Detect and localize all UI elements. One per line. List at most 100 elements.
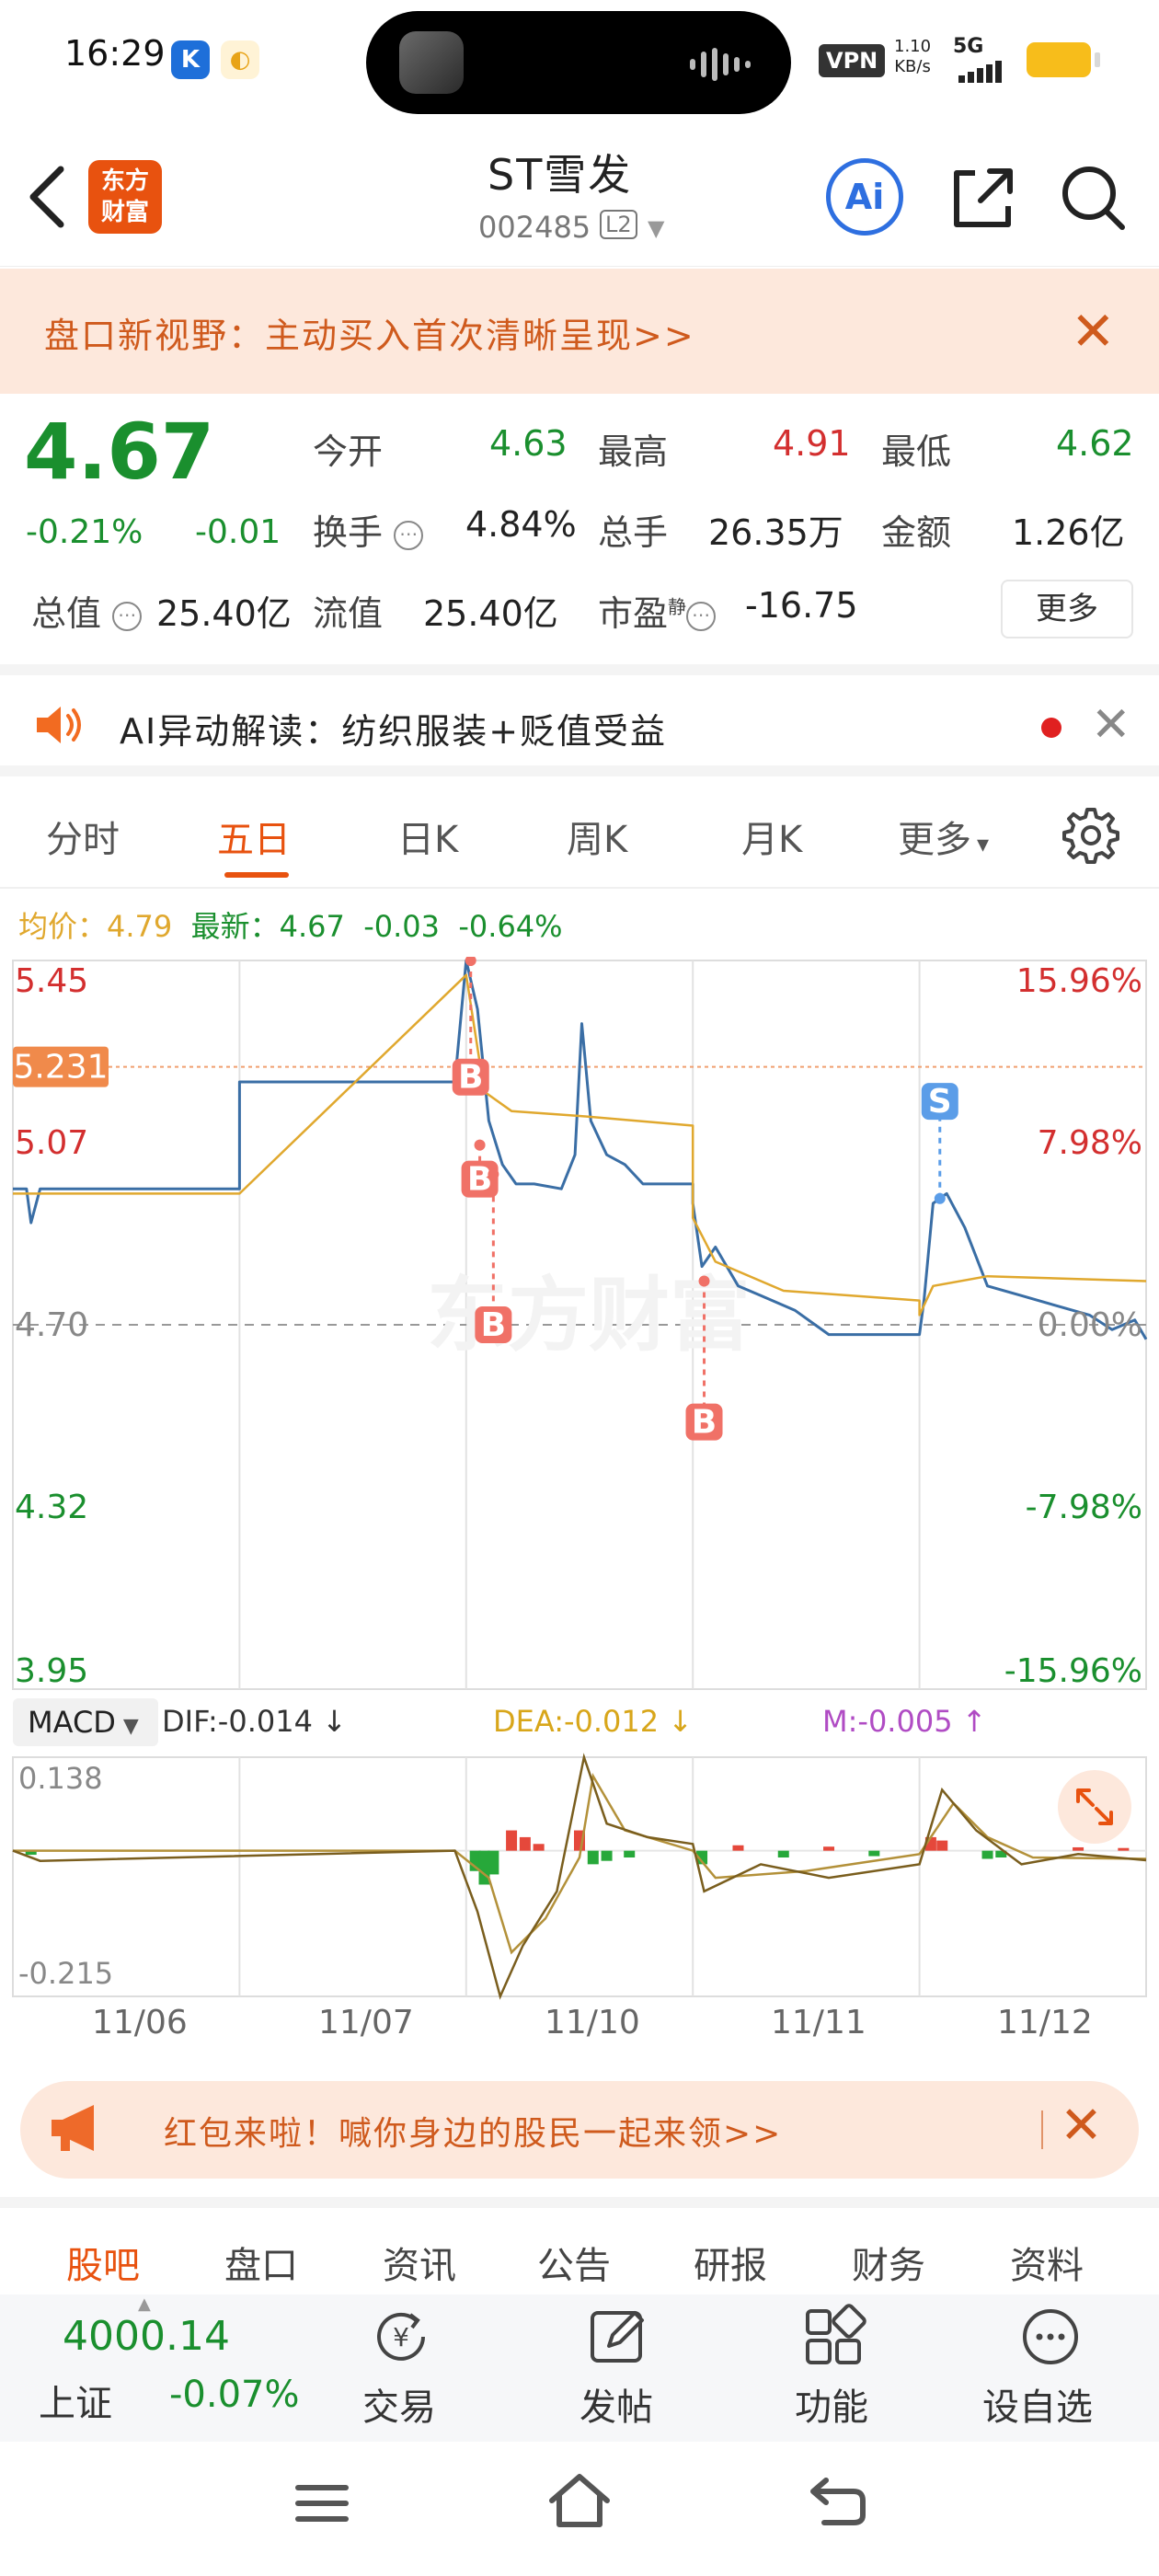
ai-insight-text[interactable]: AI异动解读：纺织服装+贬值受益	[120, 703, 667, 753]
tab-research[interactable]: 研报	[694, 2236, 767, 2289]
y-axis-left-tick: 3.95	[15, 1652, 88, 1690]
unread-dot	[1041, 718, 1061, 738]
dock-add-watchlist[interactable]: 设自选	[982, 2377, 1093, 2431]
y-axis-right-tick: -15.96%	[1004, 1652, 1142, 1690]
pe-value: -16.75	[745, 585, 858, 626]
functions-grid-icon[interactable]	[800, 2304, 866, 2370]
y-axis-left-tick: 4.32	[15, 1489, 88, 1526]
close-icon[interactable]: ✕	[1071, 300, 1116, 362]
tab-pankou[interactable]: 盘口	[224, 2236, 298, 2289]
island-thumbnail	[399, 31, 464, 94]
promo-banner[interactable]: 盘口新视野：主动买入首次清晰呈现>> ✕	[0, 269, 1159, 394]
search-icon[interactable]	[1058, 160, 1128, 234]
trade-marker-label: B	[481, 1306, 506, 1344]
change-percent: -0.21%	[26, 513, 143, 551]
tab-daily-k[interactable]: 日K	[397, 810, 458, 863]
red-packet-banner[interactable]: 红包来啦！喊你身边的股民一起来领>> ✕	[20, 2081, 1139, 2179]
home-icon[interactable]	[546, 2471, 613, 2530]
m-value: M:-0.005 ↑	[822, 1704, 987, 1739]
battery-tip	[1095, 52, 1100, 67]
trade-marker-label: B	[458, 1059, 483, 1097]
indicator-selector-label: MACD	[28, 1705, 116, 1740]
caret-up-icon[interactable]: ▲	[138, 2294, 151, 2314]
five-day-chart[interactable]: 东方财富5.231 BBBBS5.455.074.704.323.9515.96%…	[0, 957, 1159, 2006]
date-label: 11/12	[997, 2004, 1093, 2041]
low-value: 4.62	[1056, 423, 1134, 464]
macd-bar	[519, 1836, 531, 1851]
indicator-selector[interactable]: MACD ▼	[13, 1698, 158, 1746]
index-name[interactable]: 上证	[39, 2374, 112, 2427]
close-icon[interactable]: ✕	[1060, 2096, 1103, 2156]
tab-more[interactable]: 更多 ▾	[898, 810, 989, 863]
red-packet-text[interactable]: 红包来啦！喊你身边的股民一起来领>>	[164, 2107, 782, 2155]
app-logo[interactable]: 东方 财富	[88, 160, 162, 234]
index-value[interactable]: 4000.14	[63, 2313, 230, 2360]
menu-icon[interactable]	[294, 2480, 350, 2526]
dock-post[interactable]: 发帖	[580, 2377, 653, 2431]
net-speed-value: 1.10	[894, 37, 932, 56]
arrow-down-icon: ↓	[668, 1704, 694, 1739]
active-tab-indicator	[224, 872, 289, 878]
trade-icon[interactable]: ¥	[368, 2304, 434, 2370]
edit-post-icon[interactable]	[585, 2304, 651, 2370]
tab-news[interactable]: 资讯	[383, 2236, 456, 2289]
code-dropdown-icon[interactable]: ▼	[648, 215, 664, 241]
tab-guba[interactable]: 股吧	[66, 2236, 140, 2289]
trade-marker-label: B	[692, 1404, 717, 1442]
dif-label: DIF:	[162, 1704, 218, 1739]
app-k-icon: K	[171, 40, 210, 79]
open-value: 4.63	[489, 423, 568, 464]
gear-icon[interactable]	[1061, 806, 1120, 865]
logo-line1: 东方	[100, 167, 149, 195]
tab-five-day[interactable]: 五日	[217, 810, 291, 863]
y-axis-left-tick: 5.45	[15, 962, 88, 1000]
macd-bar	[1073, 1846, 1084, 1851]
tab-announcements[interactable]: 公告	[537, 2236, 611, 2289]
float-cap-value: 25.40亿	[423, 593, 558, 634]
dynamic-island[interactable]	[366, 11, 791, 114]
ai-insight-row[interactable]: AI异动解读：纺织服装+贬值受益 ✕	[0, 664, 1159, 776]
price-chart-area[interactable]: 东方财富5.231 BBBBS5.455.074.704.323.9515.96%…	[12, 957, 1148, 1690]
turnover-label: 换手 ⋯	[313, 504, 424, 555]
signal-icon	[958, 61, 1002, 83]
trade-marker-label: B	[467, 1161, 492, 1199]
status-bar: 16:29 K ◐ VPN 1.10 KB/s 5G	[0, 0, 1159, 120]
stock-header: 东方 财富 ST雪发 002485 L2 ▼ Ai	[0, 129, 1159, 267]
trade-marker-dot	[934, 1192, 946, 1204]
tab-weekly-k[interactable]: 周K	[567, 810, 627, 863]
level2-badge[interactable]: L2	[600, 210, 637, 239]
tab-finance[interactable]: 财务	[852, 2236, 925, 2289]
share-icon[interactable]	[947, 160, 1017, 234]
promo-text[interactable]: 盘口新视野：主动买入首次清晰呈现>>	[44, 307, 695, 358]
macd-chart-area[interactable]: 0.138 -0.215	[12, 1753, 1147, 2000]
chart-tabs: 分时 五日 日K 周K 月K 更多 ▾	[0, 778, 1159, 889]
info-icon[interactable]: ⋯	[686, 601, 717, 631]
expand-icon[interactable]	[1058, 1770, 1131, 1844]
tab-monthly-k[interactable]: 月K	[741, 810, 802, 863]
more-dots-icon[interactable]	[1017, 2304, 1084, 2370]
open-label: 今开	[313, 431, 384, 472]
chevron-left-icon[interactable]	[26, 164, 70, 230]
info-icon[interactable]: ⋯	[394, 520, 424, 550]
tab-intraday[interactable]: 分时	[46, 810, 120, 863]
dock-functions[interactable]: 功能	[795, 2377, 868, 2431]
stock-name: ST雪发	[488, 150, 633, 200]
price-summary-line: 均价：4.79 最新：4.67 -0.03 -0.64%	[18, 903, 563, 946]
back-icon[interactable]	[808, 2475, 868, 2528]
y-axis-left-tick: 5.07	[15, 1124, 88, 1162]
more-button[interactable]: 更多	[1001, 580, 1133, 638]
macd-bar	[533, 1844, 545, 1851]
ai-button[interactable]: Ai	[826, 158, 903, 236]
trade-marker-dot	[474, 1139, 486, 1151]
amount-label: 金额	[881, 512, 952, 553]
info-icon[interactable]: ⋯	[112, 601, 143, 631]
close-icon[interactable]: ✕	[1091, 697, 1131, 753]
date-label: 11/06	[92, 2004, 188, 2041]
dock-trade[interactable]: 交易	[362, 2377, 436, 2431]
current-price: 4.67	[24, 407, 215, 497]
stock-code[interactable]: 002485	[478, 210, 591, 245]
bottom-tabs: 股吧 盘口 资讯 公告 研报 财务 资料	[0, 2197, 1159, 2293]
index-change[interactable]: -0.07%	[169, 2374, 300, 2416]
battery-icon	[1027, 42, 1091, 77]
tab-profile[interactable]: 资料	[1010, 2236, 1084, 2289]
